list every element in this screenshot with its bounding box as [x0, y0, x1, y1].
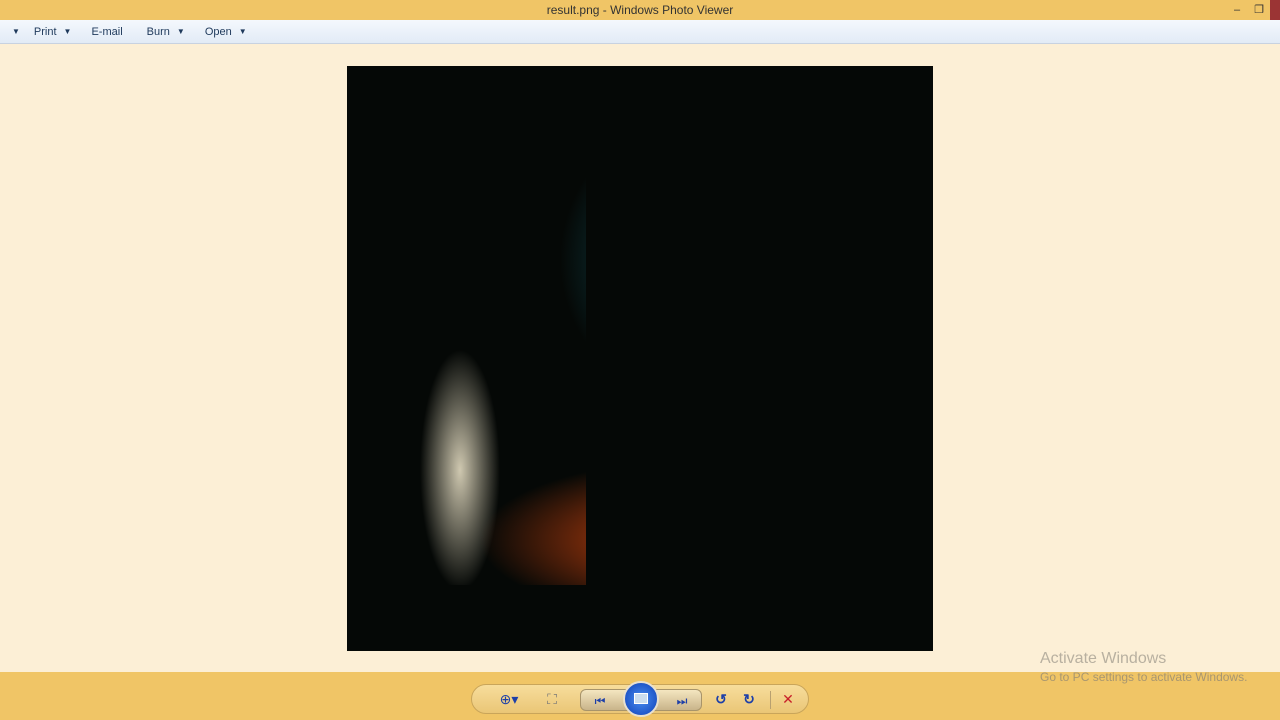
- watermark-subtitle: Go to PC settings to activate Windows.: [1040, 670, 1248, 684]
- restore-button[interactable]: ❐: [1248, 0, 1270, 20]
- slideshow-icon: [634, 693, 648, 704]
- activate-windows-watermark: Activate Windows Go to PC settings to ac…: [1040, 650, 1247, 684]
- actual-size-icon[interactable]: ⛶: [540, 688, 564, 710]
- delete-button[interactable]: ✕: [777, 688, 799, 710]
- menu-print-label: Print: [33, 25, 57, 38]
- slideshow-button[interactable]: [623, 681, 659, 717]
- zoom-icon[interactable]: ⊕▾: [494, 688, 524, 710]
- menu-open[interactable]: Open ▼: [205, 26, 247, 38]
- toolbar-pill: ⊕▾ ⛶ ⏮ ⏭ ↺ ↻ ✕: [471, 681, 809, 717]
- minimize-button[interactable]: –: [1226, 0, 1248, 20]
- menu-email[interactable]: E-mail: [91, 26, 122, 38]
- menu-burn[interactable]: Burn ▼: [147, 26, 185, 38]
- rotate-counterclockwise-button[interactable]: ↺: [710, 688, 732, 710]
- dropdown-arrow-icon[interactable]: ▼: [177, 27, 185, 36]
- rotate-clockwise-button[interactable]: ↻: [738, 688, 760, 710]
- dropdown-arrow-icon[interactable]: ▼: [239, 27, 247, 36]
- toolbar-divider: [770, 691, 771, 709]
- menu-bar: ▼ Print ▼ E-mail Burn ▼ Open ▼: [0, 20, 1280, 44]
- window-title: result.png - Windows Photo Viewer: [546, 3, 734, 17]
- menu-print[interactable]: Print ▼: [34, 26, 72, 38]
- dropdown-arrow-icon[interactable]: ▼: [64, 27, 72, 36]
- file-dropdown-arrow-icon[interactable]: ▼: [12, 27, 20, 36]
- menu-open-label: Open: [204, 25, 232, 38]
- next-button[interactable]: ⏭: [667, 690, 697, 712]
- previous-button[interactable]: ⏮: [585, 690, 615, 712]
- displayed-photo-peacock-feather: [347, 66, 933, 651]
- title-bar: result.png - Windows Photo Viewer – ❐: [0, 0, 1280, 20]
- close-button[interactable]: [1270, 0, 1280, 20]
- menu-burn-label: Burn: [146, 25, 170, 38]
- menu-email-label: E-mail: [91, 25, 123, 38]
- watermark-title: Activate Windows: [1040, 650, 1167, 667]
